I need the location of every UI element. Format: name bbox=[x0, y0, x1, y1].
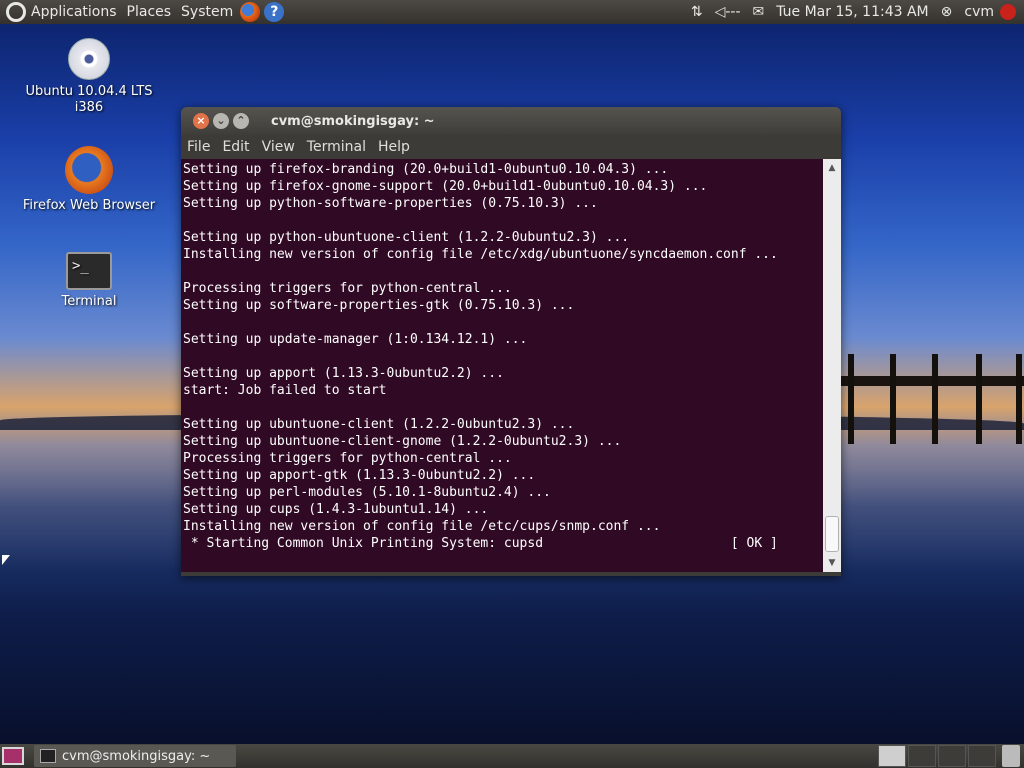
menu-edit[interactable]: Edit bbox=[216, 139, 255, 155]
bottom-panel: cvm@smokingisgay: ~ bbox=[0, 744, 1024, 768]
workspace-2[interactable] bbox=[908, 745, 936, 767]
workspace-1[interactable] bbox=[878, 745, 906, 767]
user-status-icon[interactable]: ⊗ bbox=[941, 4, 953, 20]
scroll-up-arrow-icon[interactable]: ▲ bbox=[823, 159, 841, 177]
workspace-4[interactable] bbox=[968, 745, 996, 767]
system-menu[interactable]: System bbox=[176, 0, 238, 24]
network-icon[interactable]: ⇅ bbox=[691, 4, 703, 20]
show-desktop-button[interactable] bbox=[2, 747, 24, 765]
maximize-button[interactable]: ⌃ bbox=[233, 113, 249, 129]
trash-icon[interactable] bbox=[1002, 745, 1020, 767]
terminal-output-area[interactable]: Setting up firefox-branding (20.0+build1… bbox=[181, 159, 823, 572]
ubuntu-logo-icon[interactable] bbox=[6, 2, 26, 22]
menu-view[interactable]: View bbox=[256, 139, 301, 155]
window-titlebar[interactable]: × ⌄ ⌃ cvm@smokingisgay: ~ bbox=[181, 107, 841, 135]
desktop-icon-label: Ubuntu 10.04.4 LTS i386 bbox=[25, 84, 153, 115]
desktop-icon-label: Terminal bbox=[61, 294, 117, 309]
menu-file[interactable]: File bbox=[181, 139, 216, 155]
close-button[interactable]: × bbox=[193, 113, 209, 129]
user-menu[interactable]: cvm bbox=[964, 4, 994, 20]
terminal-output: Setting up firefox-branding (20.0+build1… bbox=[183, 162, 778, 551]
workspace-3[interactable] bbox=[938, 745, 966, 767]
firefox-launcher-icon[interactable] bbox=[240, 2, 261, 22]
terminal-icon: >_ bbox=[66, 252, 112, 290]
terminal-window: × ⌄ ⌃ cvm@smokingisgay: ~ File Edit View… bbox=[181, 107, 841, 576]
window-title: cvm@smokingisgay: ~ bbox=[271, 113, 435, 129]
help-icon[interactable]: ? bbox=[264, 2, 285, 22]
mail-icon[interactable]: ✉ bbox=[753, 4, 765, 20]
terminal-small-icon bbox=[40, 749, 56, 763]
top-panel: Applications Places System ? ⇅ ◁--- ✉ Tu… bbox=[0, 0, 1024, 24]
power-icon[interactable] bbox=[1000, 4, 1016, 20]
menu-help[interactable]: Help bbox=[372, 139, 416, 155]
desktop-icon-ubuntu-cd[interactable]: Ubuntu 10.04.4 LTS i386 bbox=[14, 38, 164, 116]
clock[interactable]: Tue Mar 15, 11:43 AM bbox=[776, 4, 928, 20]
window-border bbox=[181, 572, 841, 576]
taskbar-item-terminal[interactable]: cvm@smokingisgay: ~ bbox=[34, 745, 236, 767]
menu-terminal[interactable]: Terminal bbox=[301, 139, 372, 155]
desktop-icon-terminal[interactable]: >_ Terminal bbox=[14, 252, 164, 310]
top-panel-tray: ⇅ ◁--- ✉ Tue Mar 15, 11:43 AM ⊗ cvm bbox=[685, 0, 1024, 24]
terminal-scrollbar[interactable]: ▲ ▼ bbox=[823, 159, 841, 572]
scrollbar-thumb[interactable] bbox=[825, 516, 839, 552]
desktop-icon-label: Firefox Web Browser bbox=[22, 198, 156, 213]
scroll-down-arrow-icon[interactable]: ▼ bbox=[823, 554, 841, 572]
volume-icon[interactable]: ◁--- bbox=[715, 4, 741, 20]
places-menu[interactable]: Places bbox=[122, 0, 177, 24]
taskbar-item-label: cvm@smokingisgay: ~ bbox=[62, 748, 211, 764]
wallpaper-pier bbox=[840, 354, 1024, 444]
applications-menu[interactable]: Applications bbox=[26, 0, 122, 24]
mouse-cursor-icon bbox=[2, 555, 10, 565]
window-menubar: File Edit View Terminal Help bbox=[181, 135, 841, 159]
firefox-icon bbox=[65, 146, 113, 194]
minimize-button[interactable]: ⌄ bbox=[213, 113, 229, 129]
desktop-icon-firefox[interactable]: Firefox Web Browser bbox=[14, 146, 164, 214]
cd-icon bbox=[68, 38, 110, 80]
